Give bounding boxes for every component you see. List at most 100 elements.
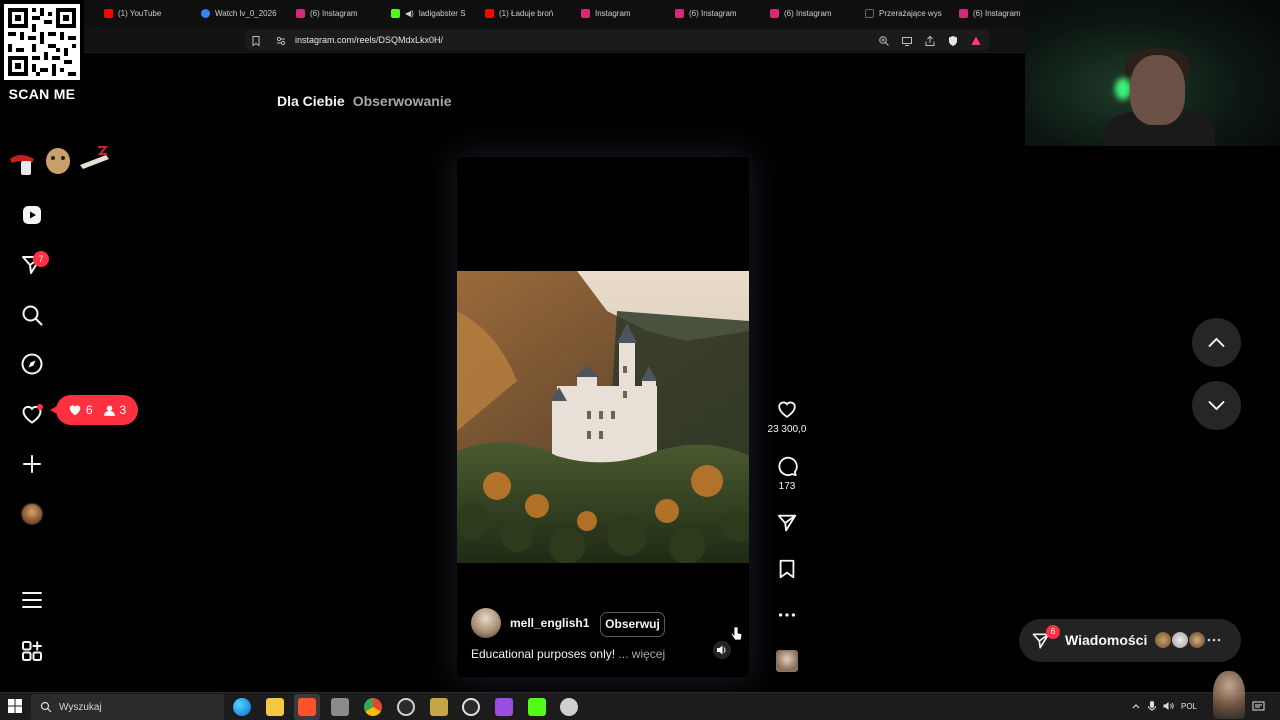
menu-icon[interactable] xyxy=(20,588,44,612)
reel-caption-text: Educational purposes only! xyxy=(471,647,616,661)
url-field[interactable]: instagram.com/reels/DSQMdxLkx0H/ xyxy=(245,30,990,50)
reel-player[interactable]: mell_english1 Obserwuj Educational purpo… xyxy=(457,157,749,677)
volume-icon[interactable] xyxy=(1162,700,1174,712)
file-explorer-icon[interactable] xyxy=(266,698,284,716)
settings-gear-icon[interactable] xyxy=(462,698,480,716)
notifications-icon[interactable] xyxy=(1252,700,1265,713)
browser-tab[interactable]: (6) Instagram xyxy=(296,5,376,22)
cast-icon[interactable] xyxy=(901,35,913,47)
next-reel-button[interactable] xyxy=(1192,381,1241,430)
browser-tab[interactable]: Watch lv_0_2026 xyxy=(201,5,279,22)
webcam-person-face xyxy=(1130,55,1185,125)
share-action[interactable] xyxy=(762,512,812,534)
browser-tab[interactable]: (6) Instagram xyxy=(675,5,755,22)
message-avatar xyxy=(1154,631,1172,649)
more-dots-icon xyxy=(1207,638,1221,642)
reels-icon[interactable] xyxy=(20,203,44,227)
original-audio-thumbnail[interactable] xyxy=(776,650,798,672)
person-icon xyxy=(103,405,115,416)
screen: (1) YouTube Watch lv_0_2026 (6) Instagra… xyxy=(0,0,1280,720)
app-icon[interactable] xyxy=(331,698,349,716)
site-settings-icon[interactable] xyxy=(275,35,287,47)
search-icon[interactable] xyxy=(20,303,44,327)
language-indicator[interactable]: POL xyxy=(1181,702,1197,711)
mute-toggle-button[interactable] xyxy=(713,641,731,659)
obs-icon[interactable] xyxy=(397,698,415,716)
app-icon[interactable] xyxy=(495,698,513,716)
shields-icon[interactable] xyxy=(947,35,959,47)
tab-favicon-icon xyxy=(959,9,968,18)
qr-label: SCAN ME xyxy=(8,86,76,102)
app-icon[interactable] xyxy=(560,698,578,716)
tab-favicon-icon xyxy=(104,9,113,18)
tab-obserwowanie[interactable]: Obserwowanie xyxy=(353,93,452,109)
tab-favicon-icon xyxy=(485,9,494,18)
message-avatar xyxy=(1171,631,1189,649)
explore-compass-icon[interactable] xyxy=(20,352,44,376)
taskbar-search[interactable]: Wyszukaj xyxy=(31,694,224,720)
browser-tab[interactable]: (1) YouTube xyxy=(104,5,184,22)
messages-button[interactable]: 6 Wiadomości xyxy=(1019,619,1241,662)
tab-favicon-icon xyxy=(865,9,874,18)
messages-label: Wiadomości xyxy=(1065,632,1148,648)
likes-notification: 6 xyxy=(68,403,93,417)
brave-browser-icon[interactable] xyxy=(298,698,316,716)
tab-dla-ciebie[interactable]: Dla Ciebie xyxy=(277,93,345,109)
tab-favicon-icon xyxy=(391,9,400,18)
kick-icon[interactable] xyxy=(528,698,546,716)
windows-taskbar: Wyszukaj POL xyxy=(0,671,1280,720)
webcam-light xyxy=(1115,78,1131,100)
caption-more-link[interactable]: ... więcej xyxy=(618,647,665,661)
chevron-up-icon xyxy=(1208,337,1225,347)
browser-tab[interactable]: Przerażające wys xyxy=(865,5,943,22)
tab-favicon-icon xyxy=(675,9,684,18)
comment-count: 173 xyxy=(778,481,796,492)
url-text: instagram.com/reels/DSQMdxLkx0H/ xyxy=(295,35,444,45)
create-plus-icon[interactable] xyxy=(20,452,44,476)
bookmark-save-icon[interactable] xyxy=(776,558,798,580)
tab-favicon-icon xyxy=(296,9,305,18)
reel-author-username[interactable]: mell_english1 xyxy=(510,616,589,630)
like-action[interactable]: 23 300,0 xyxy=(762,398,812,435)
more-apps-icon[interactable] xyxy=(20,639,44,663)
reel-caption: Educational purposes only! ... więcej xyxy=(471,647,665,661)
tab-favicon-icon xyxy=(770,9,779,18)
reel-author-avatar[interactable] xyxy=(471,608,501,638)
follow-button[interactable]: Obserwuj xyxy=(600,612,665,637)
tray-chevron-up-icon[interactable] xyxy=(1131,701,1141,711)
comment-icon[interactable] xyxy=(776,455,798,477)
like-heart-icon[interactable] xyxy=(776,398,798,420)
windows-start-icon[interactable] xyxy=(8,699,22,713)
more-options-action[interactable] xyxy=(762,604,812,626)
heart-icon[interactable] xyxy=(20,402,44,426)
profile-avatar[interactable] xyxy=(21,503,43,525)
share-icon[interactable] xyxy=(924,35,936,47)
previous-reel-button[interactable] xyxy=(1192,318,1241,367)
speaker-icon xyxy=(717,645,726,655)
league-client-icon[interactable] xyxy=(430,698,448,716)
hand-cursor-icon xyxy=(730,626,743,641)
send-share-icon[interactable] xyxy=(776,512,798,534)
chrome-icon[interactable] xyxy=(364,698,382,716)
chevron-down-icon xyxy=(1208,401,1225,411)
follows-notification: 3 xyxy=(103,403,126,417)
reel-video-frame xyxy=(457,271,749,563)
browser-tab[interactable]: Instagram xyxy=(581,5,659,22)
rewards-icon[interactable] xyxy=(970,35,982,47)
bookmark-icon[interactable] xyxy=(250,35,262,47)
streamer-mini-overlay xyxy=(1213,671,1245,719)
save-action[interactable] xyxy=(762,558,812,580)
feed-tabs: Dla Ciebie Obserwowanie xyxy=(277,93,452,109)
activity-notification-pill[interactable]: 6 3 xyxy=(50,395,138,425)
qr-code-overlay: SCAN ME xyxy=(0,0,84,106)
zoom-icon[interactable] xyxy=(878,35,890,47)
browser-tab[interactable]: (1) Ładuje broń xyxy=(485,5,565,22)
messages-count-badge: 7 xyxy=(33,251,49,267)
microphone-icon[interactable] xyxy=(1147,700,1157,712)
comment-action[interactable]: 173 xyxy=(762,455,812,492)
browser-tab[interactable]: (6) Instagram xyxy=(959,5,1025,22)
more-options-icon[interactable] xyxy=(776,604,798,626)
browser-tab[interactable]: ◀) ladigabster S xyxy=(391,5,469,22)
browser-tab[interactable]: (6) Instagram xyxy=(770,5,850,22)
edge-app-icon[interactable] xyxy=(233,698,251,716)
